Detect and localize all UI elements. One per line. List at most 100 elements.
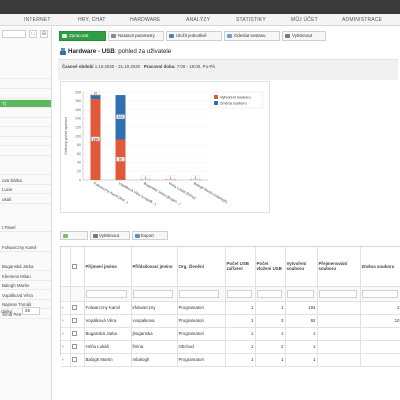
created-filter-input[interactable]	[286, 289, 315, 298]
nav-analyses[interactable]: ANALÝZY	[186, 17, 210, 23]
cell-usb-devices-text: 1	[251, 331, 254, 336]
sidebar-item[interactable]: ová Šárka	[0, 177, 51, 185]
org-filter-select[interactable]	[178, 289, 219, 298]
grid-tools-button[interactable]	[60, 231, 88, 240]
page-size-select[interactable]: 26	[22, 307, 40, 315]
sidebar-item[interactable]	[0, 167, 51, 175]
send-report-button[interactable]: Odeslat sestavu	[224, 31, 280, 41]
renamed-filter-input[interactable]	[318, 289, 357, 298]
sidebar-item[interactable]: Vopálková Věra	[0, 292, 51, 300]
table-row[interactable]: › Balogh Martin mbalogh Programatori 1 1 1	[61, 353, 400, 367]
row-checkbox-cell[interactable]	[70, 314, 85, 328]
process-button[interactable]: Zpracovat	[59, 31, 106, 41]
sidebar-item[interactable]	[0, 119, 51, 127]
sidebar-item[interactable]: Balogh Martin	[0, 282, 51, 290]
table-row[interactable]: › Buganská Jarka jbuganska Programatori 1 1 1	[61, 327, 400, 341]
nav-hardware[interactable]: HARDWARE	[130, 17, 161, 23]
y-tick-label: 0	[79, 178, 81, 182]
row-checkbox-cell[interactable]	[70, 353, 85, 367]
sidebar-item[interactable]: Lucie	[0, 186, 51, 194]
sidebar-filter-button[interactable]: ⊞	[40, 30, 48, 38]
column-header-file-changed[interactable]: Změna souboru	[360, 247, 400, 287]
save-individually-button[interactable]: Uložit jednotlivě	[166, 31, 222, 41]
sidebar-item[interactable]	[0, 148, 51, 156]
cell-file-renamed	[317, 327, 361, 341]
login-filter-input[interactable]	[132, 289, 174, 298]
chevron-right-icon: ›	[62, 304, 64, 311]
column-header-file-renamed[interactable]: Přejmenování souboru	[317, 247, 361, 287]
row-checkbox[interactable]	[71, 344, 77, 350]
column-header-usb-inserts[interactable]: Počet vložení USB	[255, 247, 286, 287]
sidebar-item[interactable]: t Pavel	[0, 224, 51, 232]
column-header-login[interactable]: Přihlašovací jméno	[131, 247, 178, 287]
sidebar-item[interactable]	[0, 129, 51, 137]
cell-file-created: 92	[285, 314, 318, 328]
cell-name: Buganská Jarka	[84, 327, 132, 341]
legend-swatch	[214, 101, 218, 105]
page-title-main: Hardware - USB	[68, 48, 115, 55]
sidebar-item[interactable]	[0, 91, 51, 99]
cell-file-created: 1	[285, 340, 318, 354]
save-icon	[169, 34, 174, 38]
row-checkbox[interactable]	[71, 305, 77, 311]
nav-statistics[interactable]: STATISTIKY	[236, 17, 266, 23]
grid-print-button[interactable]: Vytisknout	[90, 231, 130, 240]
sidebar-item[interactable]: Klemens Milan	[0, 273, 51, 281]
row-checkbox[interactable]	[71, 318, 77, 324]
column-header-usb-devices[interactable]: Počet USB zařízení	[225, 247, 256, 287]
grid-export-button[interactable]: Export	[132, 231, 168, 240]
devices-filter-input[interactable]	[226, 289, 253, 298]
table-row[interactable]: › Vopálková Věra vvopalkova Programatori 1 3 9…	[61, 314, 400, 328]
row-checkbox-cell[interactable]	[70, 301, 85, 315]
cell-name: Folwarczny Kamil	[84, 301, 132, 315]
chevron-right-icon: ›	[62, 330, 64, 337]
sidebar-search-input[interactable]	[2, 30, 26, 38]
sidebar-item[interactable]: ukáš	[0, 196, 51, 204]
row-expand-toggle[interactable]: ›	[61, 353, 71, 367]
column-header-file-created[interactable]: Vytvoření souboru	[285, 247, 318, 287]
sidebar-item[interactable]: Folwarczny Kamil	[0, 244, 51, 252]
inserts-filter-input[interactable]	[256, 289, 283, 298]
usb-operations-chart: 0 20 40 60 80 100 120 140 160 180 200 Celkový počet…	[60, 81, 270, 213]
row-checkbox-cell[interactable]	[70, 327, 85, 341]
data-label: 184	[93, 137, 99, 141]
row-expand-toggle[interactable]: ›	[61, 340, 71, 354]
print-button[interactable]: Vytisknout	[282, 31, 326, 41]
nav-my-account[interactable]: MŮJ ÚČET	[291, 17, 318, 23]
cell-usb-devices: 1	[225, 301, 256, 315]
sidebar-item[interactable]	[0, 110, 51, 118]
nav-internet[interactable]: INTERNET	[24, 17, 51, 23]
cell-file-created: 184	[285, 301, 318, 315]
cell-org: Obchod	[177, 340, 226, 354]
row-expand-toggle[interactable]: ›	[61, 314, 71, 328]
sidebar-item[interactable]	[0, 81, 51, 89]
table-row[interactable]: › Hriňa Lukáš lhrina Obchod 1 2 1	[61, 340, 400, 354]
sidebar-sort-button[interactable]: ↑↓	[29, 30, 37, 38]
nav-games-chat[interactable]: HRY, CHAT	[78, 17, 106, 23]
row-checkbox[interactable]	[71, 331, 77, 337]
sidebar-item-selected[interactable]: T]	[0, 100, 51, 108]
sidebar-item[interactable]	[0, 71, 51, 79]
sidebar-item[interactable]	[0, 138, 51, 146]
cell-org: Programatori	[177, 314, 226, 328]
row-expand-toggle[interactable]: ›	[61, 301, 71, 315]
column-header-select[interactable]	[70, 247, 85, 287]
cell-org-text: Programatori	[178, 357, 204, 362]
printer-icon	[93, 234, 98, 238]
row-expand-toggle[interactable]: ›	[61, 327, 71, 341]
row-checkbox-cell[interactable]	[70, 340, 85, 354]
row-checkbox[interactable]	[71, 357, 77, 363]
period-value: 1.10.2020 - 31.10.2020	[94, 64, 141, 69]
cell-usb-devices: 1	[225, 353, 256, 367]
name-filter-input[interactable]	[85, 289, 128, 298]
sidebar-item[interactable]: Buganská Jarka	[0, 263, 51, 271]
table-row[interactable]: › Folwarczny Kamil kfolwarczny Programatori…	[61, 301, 400, 315]
nav-administration[interactable]: ADMINISTRACE	[342, 17, 382, 23]
cell-usb-inserts: 2	[255, 340, 286, 354]
y-tick-label: 60	[77, 152, 81, 156]
column-header-org[interactable]: Org. členění	[177, 247, 226, 287]
set-parameters-button[interactable]: Nastavit parametry	[108, 31, 164, 41]
column-header-name[interactable]: Příjmení jméno	[84, 247, 132, 287]
changed-filter-input[interactable]	[361, 289, 398, 298]
select-all-checkbox[interactable]	[71, 263, 77, 269]
